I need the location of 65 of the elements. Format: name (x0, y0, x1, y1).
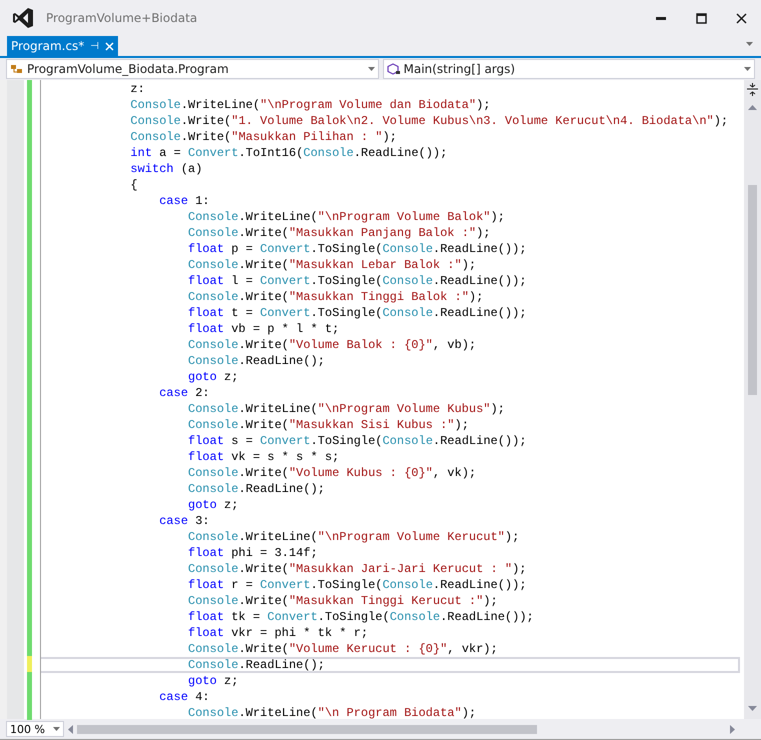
logo-icon (12, 7, 34, 29)
method-icon (386, 63, 400, 75)
code-line: case 3: (158, 513, 211, 529)
code-line: float s = Convert.ToSingle(Console.ReadLine()); (187, 433, 528, 449)
code-line: float vb = p * l * t; (187, 321, 340, 337)
scroll-thumb[interactable] (77, 724, 537, 734)
split-icon[interactable] (747, 83, 758, 96)
code-line: goto z; (187, 673, 240, 689)
code-line: float l = Convert.ToSingle(Console.ReadLine()); (187, 273, 528, 289)
code-line: Console.WriteLine("\nProgram Volume Kubus"); (187, 401, 506, 417)
code-line: Console.ReadLine(); (41, 657, 740, 673)
tab-list-caret-icon (746, 42, 753, 46)
code-line: case 1: (158, 193, 211, 209)
scroll-thumb[interactable] (748, 185, 757, 395)
scroll-down-icon[interactable] (748, 706, 757, 711)
code-line: Console.WriteLine("\nProgram Volume dan Biodata"); (129, 97, 492, 113)
code-line: Console.WriteLine("\nProgram Volume Balok"); (187, 209, 506, 225)
code-line: int a = Convert.ToInt16(Console.ReadLine()); (129, 145, 448, 161)
code-line: float t = Convert.ToSingle(Console.ReadLine()); (187, 305, 528, 321)
close-icon (736, 12, 746, 24)
code-line: Console.Write("Masukkan Panjang Balok :"); (187, 225, 492, 241)
document-tab[interactable]: Program.cs* ⊣ (7, 36, 118, 56)
caret-icon (368, 67, 374, 71)
code-line: goto z; (187, 369, 240, 385)
scroll-up-icon[interactable] (748, 105, 757, 110)
code-line: Console.Write("Masukkan Sisi Kubus :"); (187, 417, 470, 433)
code-line: Console.Write("Masukkan Pilihan : "); (129, 129, 398, 145)
code-line: { (129, 177, 139, 193)
code-line: float tk = Convert.ToSingle(Console.ReadLine()); (187, 609, 535, 625)
code-line: Console.WriteLine("\nProgram Volume Kerucut"); (187, 529, 520, 545)
code-line: Console.Write("Masukkan Jari-Jari Kerucut : "); (187, 561, 528, 577)
code-line: goto z; (187, 497, 240, 513)
code-line: float phi = 3.14f; (187, 545, 319, 561)
minimize-icon (656, 16, 666, 20)
pin-icon[interactable]: ⊣ (90, 40, 100, 52)
code-line: Console.WriteLine("\n Program Biodata"); (187, 705, 478, 719)
code-line: float vkr = phi * tk * r; (187, 625, 370, 641)
code-line: Console.Write("Masukkan Tinggi Balok :"); (187, 289, 484, 305)
code-line: Console.ReadLine(); (187, 481, 326, 497)
vertical-scrollbar[interactable] (744, 80, 761, 719)
maximize-icon (696, 12, 706, 24)
code-line: case 2: (158, 385, 211, 401)
code-line: z: (129, 81, 146, 97)
code-line: Console.Write("Masukkan Tinggi Kerucut :"); (187, 593, 499, 609)
scroll-right-icon[interactable] (730, 724, 735, 734)
code-line: Console.Write("1. Volume Balok\n2. Volume Kubus\n3. Volume Kerucut\n4. Biodata\n"); (129, 113, 730, 129)
code-line: Console.Write("Volume Kerucut : {0}", vkr); (187, 641, 499, 657)
class-icon (10, 63, 24, 75)
caret-icon (53, 727, 60, 731)
code-line: Console.Write("Volume Kubus : {0}", vk); (187, 465, 478, 481)
member-dropdown[interactable]: Main(string[] args) (382, 59, 755, 79)
code-line: float p = Convert.ToSingle(Console.ReadLine()); (187, 241, 528, 257)
code-line: float vk = s * s * s; (187, 449, 340, 465)
close-icon[interactable] (105, 42, 114, 50)
code-line: float r = Convert.ToSingle(Console.ReadLine()); (187, 577, 528, 593)
window-title: ProgramVolume+Biodata (46, 11, 198, 25)
code-line: switch (a) (129, 161, 204, 177)
zoom-dropdown[interactable]: 100 % (6, 721, 64, 737)
code-line: Console.ReadLine(); (187, 353, 326, 369)
type-dropdown[interactable]: ProgramVolume_Biodata.Program (6, 59, 378, 79)
code-line: case 4: (158, 689, 211, 705)
caret-icon (744, 67, 751, 71)
scroll-left-icon[interactable] (68, 724, 73, 734)
code-line: Console.Write("Volume Balok : {0}", vb); (187, 337, 478, 353)
code-line: Console.Write("Masukkan Lebar Balok :"); (187, 257, 478, 273)
